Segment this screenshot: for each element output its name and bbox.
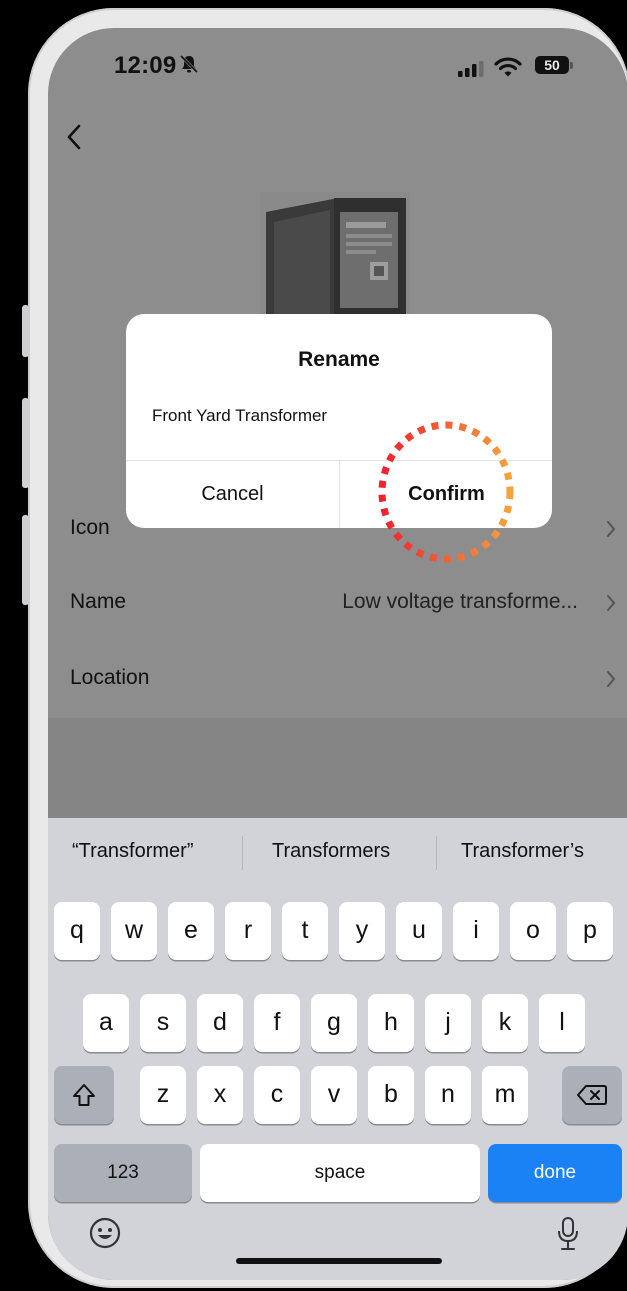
key-d[interactable]: d	[197, 994, 243, 1052]
bell-slash-icon	[179, 54, 199, 74]
key-x[interactable]: x	[197, 1066, 243, 1124]
status-time: 12:09	[114, 52, 177, 79]
key-v[interactable]: v	[311, 1066, 357, 1124]
key-k[interactable]: k	[482, 994, 528, 1052]
settings-row-location[interactable]: Location	[48, 646, 627, 710]
keyboard: “Transformer” Transformers Transformer’s…	[48, 818, 627, 1280]
phone-side-button	[22, 305, 29, 357]
suggestion-item[interactable]: Transformers	[272, 840, 390, 863]
key-o[interactable]: o	[510, 902, 556, 960]
divider	[436, 836, 437, 870]
chevron-right-icon	[607, 671, 616, 687]
key-h[interactable]: h	[368, 994, 414, 1052]
empty-area	[48, 718, 627, 818]
key-u[interactable]: u	[396, 902, 442, 960]
key-q[interactable]: q	[54, 902, 100, 960]
suggestion-bar: “Transformer” Transformers Transformer’s	[48, 818, 627, 888]
highlight-ring	[378, 421, 514, 563]
key-z[interactable]: z	[140, 1066, 186, 1124]
chevron-right-icon	[607, 521, 616, 537]
suggestion-item[interactable]: “Transformer”	[72, 840, 193, 863]
key-c[interactable]: c	[254, 1066, 300, 1124]
chevron-right-icon	[607, 595, 616, 611]
key-s[interactable]: s	[140, 994, 186, 1052]
emoji-icon[interactable]	[88, 1216, 122, 1250]
settings-row-label: Location	[70, 666, 150, 689]
cancel-button[interactable]: Cancel	[126, 461, 339, 528]
key-n[interactable]: n	[425, 1066, 471, 1124]
key-w[interactable]: w	[111, 902, 157, 960]
screen: 12:09 50 Icon Name Low voltage transform…	[48, 28, 627, 1280]
done-key[interactable]: done	[488, 1144, 622, 1202]
numbers-key[interactable]: 123	[54, 1144, 192, 1202]
shift-icon	[73, 1084, 95, 1106]
key-i[interactable]: i	[453, 902, 499, 960]
phone-side-button	[22, 398, 29, 488]
suggestion-item[interactable]: Transformer’s	[461, 840, 584, 863]
backspace-icon	[577, 1085, 607, 1105]
key-t[interactable]: t	[282, 902, 328, 960]
shift-key[interactable]	[54, 1066, 114, 1124]
key-a[interactable]: a	[83, 994, 129, 1052]
wifi-icon	[494, 57, 522, 77]
divider	[242, 836, 243, 870]
home-indicator[interactable]	[236, 1258, 442, 1264]
status-bar: 12:09 50	[48, 28, 627, 108]
key-p[interactable]: p	[567, 902, 613, 960]
key-b[interactable]: b	[368, 1066, 414, 1124]
phone-side-button	[22, 515, 29, 605]
settings-row-label: Icon	[70, 516, 110, 539]
key-l[interactable]: l	[539, 994, 585, 1052]
battery-indicator: 50	[535, 56, 573, 74]
key-m[interactable]: m	[482, 1066, 528, 1124]
space-key[interactable]: space	[200, 1144, 480, 1202]
settings-row-name[interactable]: Name Low voltage transforme...	[48, 570, 627, 634]
key-y[interactable]: y	[339, 902, 385, 960]
settings-row-label: Name	[70, 590, 127, 613]
chevron-left-icon[interactable]	[64, 120, 86, 154]
delete-key[interactable]	[562, 1066, 622, 1124]
cellular-signal-icon	[458, 61, 484, 77]
key-e[interactable]: e	[168, 902, 214, 960]
key-g[interactable]: g	[311, 994, 357, 1052]
dialog-title: Rename	[298, 348, 380, 371]
microphone-icon[interactable]	[556, 1216, 580, 1252]
key-f[interactable]: f	[254, 994, 300, 1052]
key-j[interactable]: j	[425, 994, 471, 1052]
key-r[interactable]: r	[225, 902, 271, 960]
settings-row-value: Low voltage transforme...	[342, 590, 578, 613]
